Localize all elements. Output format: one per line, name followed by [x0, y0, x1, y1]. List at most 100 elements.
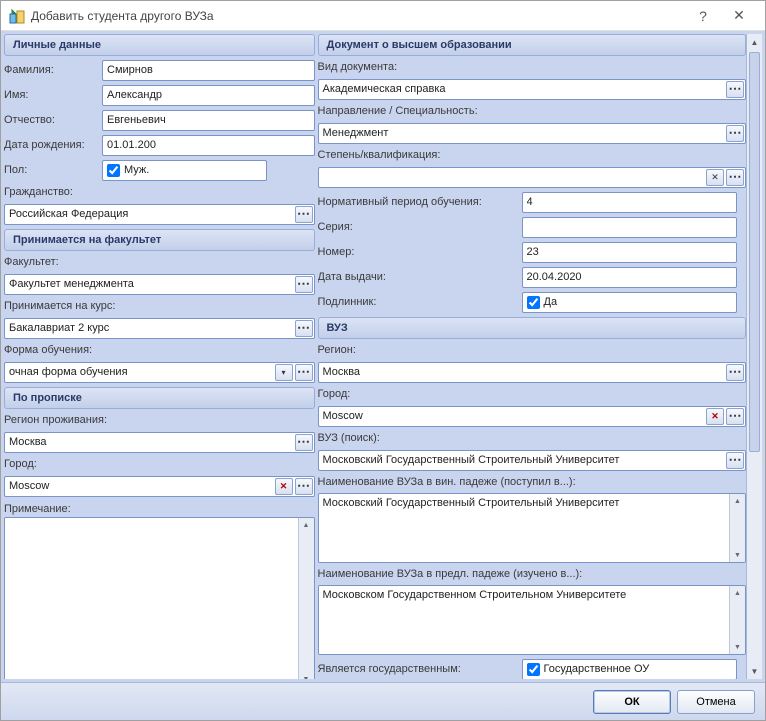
- vsearch-value: Московский Государственный Строительный …: [319, 454, 726, 466]
- group-header-doc: Документ о высшем образовании: [318, 34, 747, 56]
- label-city: Город:: [4, 456, 315, 472]
- label-vregion: Регион:: [318, 342, 747, 358]
- scroll-down-icon[interactable]: ▼: [747, 663, 762, 679]
- close-button[interactable]: ✕: [721, 2, 757, 30]
- scroll-down-icon[interactable]: ▼: [730, 548, 745, 562]
- is-gov-checkbox-wrap[interactable]: Государственное ОУ: [522, 659, 737, 680]
- vregion-combo[interactable]: Москва: [318, 362, 747, 383]
- group-header-personal: Личные данные: [4, 34, 315, 56]
- faculty-combo[interactable]: Факультет менеджмента: [4, 274, 315, 295]
- label-degree: Степень/квалификация:: [318, 147, 747, 163]
- note-textarea-wrap: ▲ ▼: [4, 517, 315, 679]
- label-faculty: Факультет:: [4, 254, 315, 270]
- group-header-vuz: ВУЗ: [318, 317, 747, 339]
- issuedate-input[interactable]: [522, 267, 737, 288]
- label-vcity: Город:: [318, 386, 747, 402]
- degree-combo[interactable]: [318, 167, 747, 188]
- patronymic-input[interactable]: [102, 110, 315, 131]
- vname-vin-textarea[interactable]: [319, 494, 730, 562]
- citizenship-value: Российская Федерация: [5, 208, 294, 220]
- label-vname-vin: Наименование ВУЗа в вин. падеже (поступи…: [318, 474, 747, 490]
- sex-checkbox-wrap[interactable]: Муж.: [102, 160, 267, 181]
- footer: ОК Отмена: [1, 682, 765, 720]
- vsearch-combo[interactable]: Московский Государственный Строительный …: [318, 450, 747, 471]
- label-sex: Пол:: [4, 164, 98, 176]
- original-checkbox-wrap[interactable]: Да: [522, 292, 737, 313]
- vcity-combo[interactable]: Moscow: [318, 406, 747, 427]
- citizenship-combo[interactable]: Российская Федерация: [4, 204, 315, 225]
- clear-icon[interactable]: [706, 408, 724, 425]
- surname-input[interactable]: [102, 60, 315, 81]
- scroll-up-icon[interactable]: ▲: [730, 586, 745, 600]
- content: Личные данные Фамилия: Имя: Отчество:: [1, 31, 765, 682]
- region-combo[interactable]: Москва: [4, 432, 315, 453]
- chevron-down-icon[interactable]: [275, 364, 293, 381]
- sex-checkbox[interactable]: [107, 164, 120, 177]
- direction-combo[interactable]: Менеджмент: [318, 123, 747, 144]
- city-combo[interactable]: Moscow: [4, 476, 315, 497]
- group-header-faculty: Принимается на факультет: [4, 229, 315, 251]
- more-icon[interactable]: [295, 434, 313, 451]
- label-patronymic: Отчество:: [4, 114, 98, 126]
- more-icon[interactable]: [726, 364, 744, 381]
- group-doc: Документ о высшем образовании Вид докуме…: [318, 34, 747, 313]
- number-input[interactable]: [522, 242, 737, 263]
- series-input[interactable]: [522, 217, 737, 238]
- note-textarea[interactable]: [5, 518, 298, 679]
- birthdate-input[interactable]: [102, 135, 315, 156]
- more-icon[interactable]: [726, 81, 744, 98]
- more-icon[interactable]: [295, 320, 313, 337]
- label-issuedate: Дата выдачи:: [318, 271, 518, 283]
- main-scrollbar[interactable]: ▲ ▼: [746, 34, 762, 679]
- vcity-value: Moscow: [319, 410, 706, 422]
- label-studyform: Форма обучения:: [4, 342, 315, 358]
- right-column: Документ о высшем образовании Вид докуме…: [318, 34, 747, 679]
- help-button[interactable]: ?: [685, 2, 721, 30]
- course-combo[interactable]: Бакалавриат 2 курс: [4, 318, 315, 339]
- label-vsearch: ВУЗ (поиск):: [318, 430, 747, 446]
- scrollbar[interactable]: ▲ ▼: [729, 586, 745, 654]
- more-icon[interactable]: [726, 408, 744, 425]
- more-icon[interactable]: [726, 125, 744, 142]
- label-surname: Фамилия:: [4, 64, 98, 76]
- period-input[interactable]: [522, 192, 737, 213]
- is-gov-checkbox[interactable]: [527, 663, 540, 676]
- group-personal: Личные данные Фамилия: Имя: Отчество:: [4, 34, 315, 225]
- label-vname-predl: Наименование ВУЗа в предл. падеже (изуче…: [318, 566, 747, 582]
- scrollbar-thumb[interactable]: [749, 52, 760, 452]
- doctype-combo[interactable]: Академическая справка: [318, 79, 747, 100]
- more-icon[interactable]: [726, 452, 744, 469]
- clear-icon[interactable]: [275, 478, 293, 495]
- scroll-up-icon[interactable]: ▲: [730, 494, 745, 508]
- cancel-button[interactable]: Отмена: [677, 690, 755, 714]
- more-icon[interactable]: [295, 364, 313, 381]
- more-icon[interactable]: [726, 169, 744, 186]
- original-checkbox[interactable]: [527, 296, 540, 309]
- scroll-down-icon[interactable]: ▼: [730, 640, 745, 654]
- scroll-up-icon[interactable]: ▲: [299, 518, 314, 532]
- scrollbar[interactable]: ▲ ▼: [729, 494, 745, 562]
- studyform-value: очная форма обучения: [5, 366, 274, 378]
- more-icon[interactable]: [295, 478, 313, 495]
- label-name: Имя:: [4, 89, 98, 101]
- doctype-value: Академическая справка: [319, 83, 726, 95]
- label-number: Номер:: [318, 246, 518, 258]
- studyform-combo[interactable]: очная форма обучения: [4, 362, 315, 383]
- label-course: Принимается на курс:: [4, 298, 315, 314]
- vname-predl-textarea[interactable]: [319, 586, 730, 654]
- is-gov-label: Государственное ОУ: [544, 663, 650, 675]
- clear-icon[interactable]: [706, 169, 724, 186]
- name-input[interactable]: [102, 85, 315, 106]
- scroll-down-icon[interactable]: ▼: [299, 672, 314, 679]
- city-value: Moscow: [5, 480, 274, 492]
- label-birthdate: Дата рождения:: [4, 139, 98, 151]
- more-icon[interactable]: [295, 206, 313, 223]
- titlebar: Добавить студента другого ВУЗа ? ✕: [1, 1, 765, 31]
- ok-button[interactable]: ОК: [593, 690, 671, 714]
- scroll-up-icon[interactable]: ▲: [747, 34, 762, 50]
- more-icon[interactable]: [295, 276, 313, 293]
- scrollbar[interactable]: ▲ ▼: [298, 518, 314, 679]
- dialog-window: Добавить студента другого ВУЗа ? ✕ Личны…: [0, 0, 766, 721]
- titlebar-title: Добавить студента другого ВУЗа: [31, 9, 685, 23]
- vname-vin-wrap: ▲ ▼: [318, 493, 747, 563]
